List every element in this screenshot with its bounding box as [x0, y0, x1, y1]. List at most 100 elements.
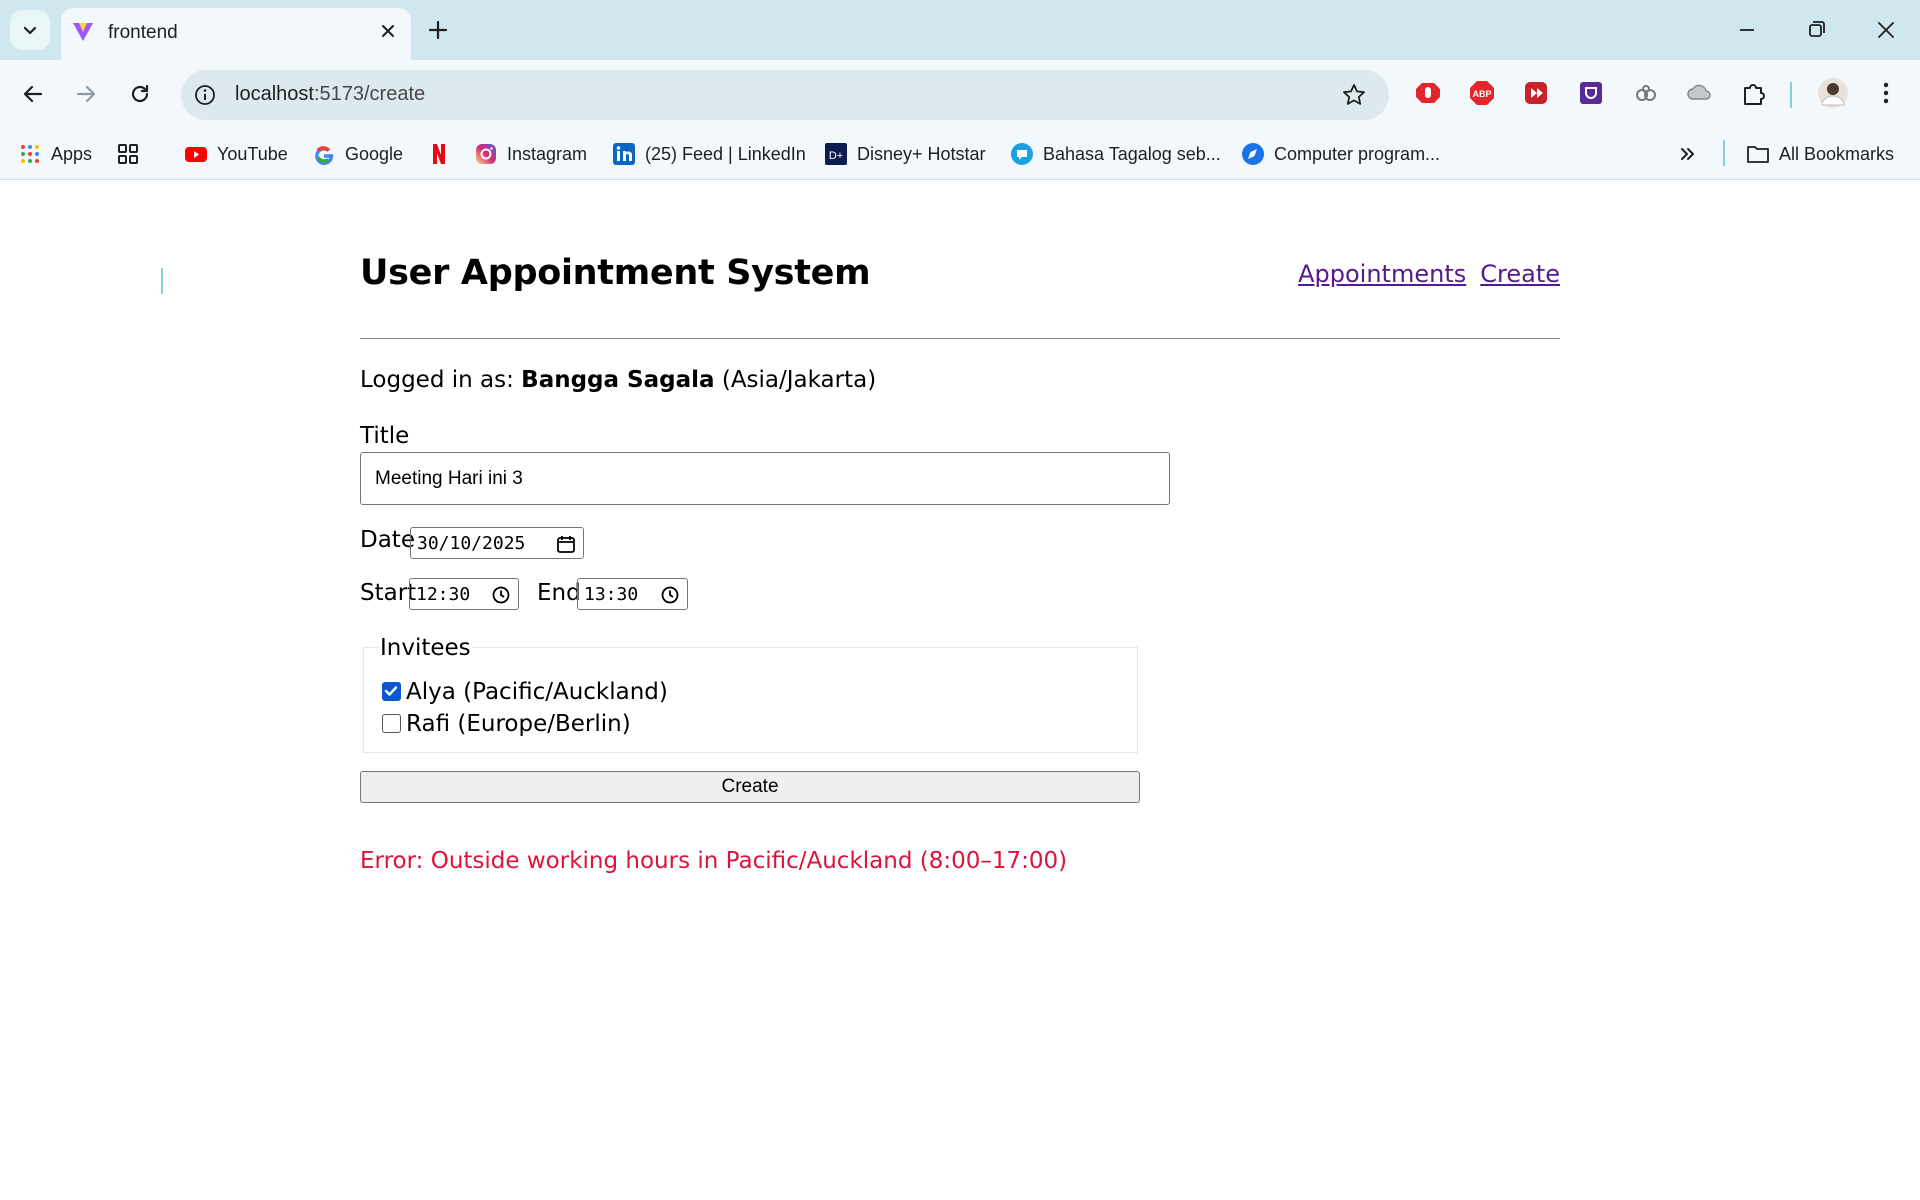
- arrow-left-icon: [23, 85, 43, 103]
- bookmark-label: Google: [345, 143, 404, 164]
- bookmark-computer-program[interactable]: Computer program...: [1241, 138, 1440, 170]
- bookmark-netflix[interactable]: [427, 138, 460, 170]
- forward-button[interactable]: [66, 74, 106, 114]
- end-time-input[interactable]: 13:30: [577, 578, 688, 610]
- site-info-icon[interactable]: [193, 83, 217, 107]
- all-bookmarks-label: All Bookmarks: [1779, 143, 1895, 164]
- checkmark-icon: [384, 686, 398, 696]
- restore-icon[interactable]: [1798, 14, 1834, 46]
- google-icon: [315, 146, 334, 165]
- url-text: localhost:5173/create: [235, 83, 426, 105]
- bookmark-label: Instagram: [507, 143, 588, 164]
- header-divider: [360, 338, 1560, 339]
- extension-adblock[interactable]: [1412, 77, 1444, 109]
- bookmark-star-icon[interactable]: [1341, 82, 1367, 108]
- close-window-icon[interactable]: [1868, 14, 1904, 46]
- extension-link[interactable]: [1630, 77, 1662, 109]
- extensions-button[interactable]: [1738, 77, 1770, 109]
- start-time-value: 12:30: [416, 583, 471, 605]
- arrow-right-icon: [76, 85, 96, 103]
- bookmark-label: Computer program...: [1274, 143, 1441, 164]
- bookmark-label: Bahasa Tagalog seb...: [1043, 143, 1221, 164]
- bookmark-divider: [161, 268, 163, 294]
- extension-abp[interactable]: ABP: [1466, 77, 1498, 109]
- bookmark-label: Apps: [51, 143, 93, 164]
- linkedin-icon: [613, 143, 635, 165]
- error-message: Error: Outside working hours in Pacific/…: [360, 848, 1068, 874]
- calendar-icon[interactable]: [556, 534, 576, 554]
- top-nav: Appointments Create: [1284, 260, 1560, 288]
- address-bar[interactable]: localhost:5173/create: [181, 70, 1389, 120]
- chat-bubble-icon: [1011, 143, 1033, 165]
- bookmark-google[interactable]: Google: [312, 138, 403, 170]
- create-button[interactable]: Create: [360, 771, 1140, 803]
- invitee-checkbox-alya[interactable]: [382, 682, 401, 701]
- netflix-icon: [433, 144, 445, 164]
- clock-icon[interactable]: [491, 585, 511, 605]
- bookmark-label: YouTube: [217, 143, 288, 164]
- bookmarks-overflow-button[interactable]: [1676, 138, 1709, 170]
- bookmark-linkedin[interactable]: (25) Feed | LinkedIn: [612, 138, 806, 170]
- menu-button[interactable]: [1870, 77, 1902, 109]
- reload-icon: [131, 84, 149, 103]
- tab-search-button[interactable]: [10, 10, 50, 50]
- invitees-legend: Invitees: [379, 635, 472, 661]
- extension-purple[interactable]: [1575, 77, 1607, 109]
- all-bookmarks-button[interactable]: All Bookmarks: [1746, 138, 1894, 170]
- puzzle-icon: [1744, 84, 1765, 105]
- tab-strip: frontend: [0, 0, 1920, 60]
- extension-gray[interactable]: [1683, 77, 1715, 109]
- clock-icon[interactable]: [660, 585, 680, 605]
- bookmark-instagram[interactable]: Instagram: [474, 138, 587, 170]
- date-value: 30/10/2025: [417, 532, 526, 554]
- bookmark-hotstar[interactable]: D+ Disney+ Hotstar: [824, 138, 986, 170]
- back-button[interactable]: [13, 74, 53, 114]
- compass-icon: [1242, 143, 1264, 165]
- bookmark-apps[interactable]: Apps: [18, 138, 92, 170]
- bookmark-tagalog[interactable]: Bahasa Tagalog seb...: [1010, 138, 1221, 170]
- bookmark-label: Disney+ Hotstar: [857, 143, 986, 164]
- hotstar-icon: D+: [825, 143, 847, 165]
- bookmark-tab-groups[interactable]: [116, 138, 149, 170]
- active-tab[interactable]: frontend: [61, 8, 411, 60]
- new-tab-icon[interactable]: [423, 15, 453, 45]
- bookmark-label: (25) Feed | LinkedIn: [645, 143, 806, 164]
- user-name: Bangga Sagala: [521, 367, 715, 393]
- bookmark-divider: [1723, 140, 1725, 166]
- page-title: User Appointment System: [360, 253, 871, 293]
- logged-in-prefix: Logged in as:: [360, 367, 514, 393]
- reload-button[interactable]: [120, 74, 160, 114]
- invitee-label-rafi[interactable]: Rafi (Europe/Berlin): [406, 711, 631, 737]
- tab-groups-icon: [118, 144, 138, 164]
- nav-link-appointments[interactable]: Appointments: [1298, 260, 1466, 288]
- vite-icon: [73, 23, 93, 41]
- date-input[interactable]: 30/10/2025: [410, 527, 584, 559]
- svg-text:ABP: ABP: [1472, 89, 1491, 99]
- svg-text:D+: D+: [829, 150, 843, 162]
- invitee-checkbox-rafi[interactable]: [382, 714, 401, 733]
- hand-stop-icon: [1416, 83, 1440, 103]
- title-input[interactable]: Meeting Hari ini 3: [360, 452, 1170, 505]
- fast-forward-icon: [1525, 82, 1547, 104]
- nav-link-create[interactable]: Create: [1480, 260, 1560, 288]
- invitee-label-alya[interactable]: Alya (Pacific/Auckland): [406, 679, 668, 705]
- tab-title: frontend: [108, 22, 178, 43]
- end-time-value: 13:30: [584, 583, 639, 605]
- end-label: End: [537, 580, 581, 606]
- kebab-menu-icon: [1883, 82, 1889, 104]
- link-icon: [1636, 85, 1656, 101]
- logged-in-info: Logged in as: Bangga Sagala (Asia/Jakart…: [360, 367, 876, 393]
- close-tab-icon[interactable]: [377, 20, 399, 42]
- apps-grid-icon: [21, 145, 39, 163]
- instagram-icon: [476, 144, 496, 164]
- start-time-input[interactable]: 12:30: [409, 578, 519, 610]
- extension-video-speed[interactable]: [1520, 77, 1552, 109]
- bookmarks-bar: Apps YouTube Google Instagram (25) Feed …: [0, 128, 1920, 294]
- minimize-icon[interactable]: [1729, 14, 1765, 46]
- toolbar-divider: [1790, 82, 1792, 108]
- cloud-icon: [1687, 84, 1711, 100]
- date-label: Date: [360, 527, 415, 553]
- bookmark-youtube[interactable]: YouTube: [184, 138, 288, 170]
- profile-button[interactable]: [1817, 77, 1849, 109]
- double-chevron-right-icon: [1681, 148, 1694, 160]
